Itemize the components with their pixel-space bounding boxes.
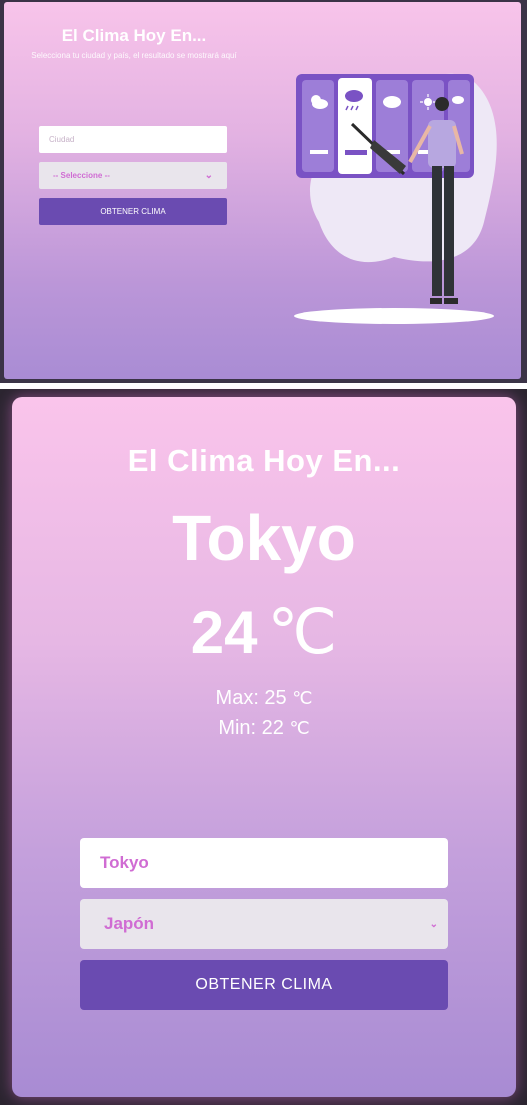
get-weather-button[interactable]: OBTENER CLIMA: [39, 198, 227, 225]
country-select-value: Japón: [104, 914, 155, 933]
city-input[interactable]: Ciudad: [39, 126, 227, 153]
result-city-name: Tokyo: [172, 502, 356, 574]
page-subtitle: Selecciona tu ciudad y país, el resultad…: [31, 51, 237, 60]
city-input[interactable]: Tokyo: [80, 838, 448, 888]
city-input-placeholder: Ciudad: [49, 135, 75, 144]
desktop-preview-frame: El Clima Hoy En... Selecciona tu ciudad …: [0, 0, 527, 383]
max-temperature: Max: 25 ℃: [12, 687, 516, 710]
get-weather-button-label: OBTENER CLIMA: [195, 976, 333, 993]
get-weather-button[interactable]: OBTENER CLIMA: [80, 960, 448, 1010]
desktop-weather-card: El Clima Hoy En... Selecciona tu ciudad …: [4, 2, 521, 379]
max-temperature-unit: ℃: [292, 688, 313, 708]
temperature-value: 24: [190, 599, 258, 666]
chevron-down-icon: ⌄: [429, 918, 438, 930]
min-temperature: Min: 22 ℃: [12, 717, 516, 740]
country-select[interactable]: -- Seleccione -- ⌄: [39, 162, 227, 189]
chevron-down-icon: ⌄: [204, 170, 213, 181]
mobile-weather-card: El Clima Hoy En... Tokyo 24 ℃ Max: 25 ℃ M…: [12, 397, 516, 1097]
get-weather-button-label: OBTENER CLIMA: [100, 207, 166, 216]
result-temperature: 24 ℃: [12, 595, 516, 669]
country-select-value: -- Seleccione --: [53, 171, 110, 180]
temperature-unit: ℃: [267, 599, 338, 667]
page-title: El Clima Hoy En...: [61, 26, 207, 45]
mobile-preview-frame: El Clima Hoy En... Tokyo 24 ℃ Max: 25 ℃ M…: [0, 389, 527, 1105]
min-temperature-unit: ℃: [289, 718, 310, 738]
partly-cloudy-icon: [302, 80, 334, 172]
country-select[interactable]: Japón ⌄: [80, 899, 448, 949]
min-temperature-label: Min: 22: [218, 717, 284, 739]
person-with-umbrella-illustration: [294, 73, 497, 324]
max-temperature-label: Max: 25: [215, 687, 287, 709]
city-input-value: Tokyo: [100, 853, 149, 872]
result-title: El Clima Hoy En...: [127, 443, 401, 478]
